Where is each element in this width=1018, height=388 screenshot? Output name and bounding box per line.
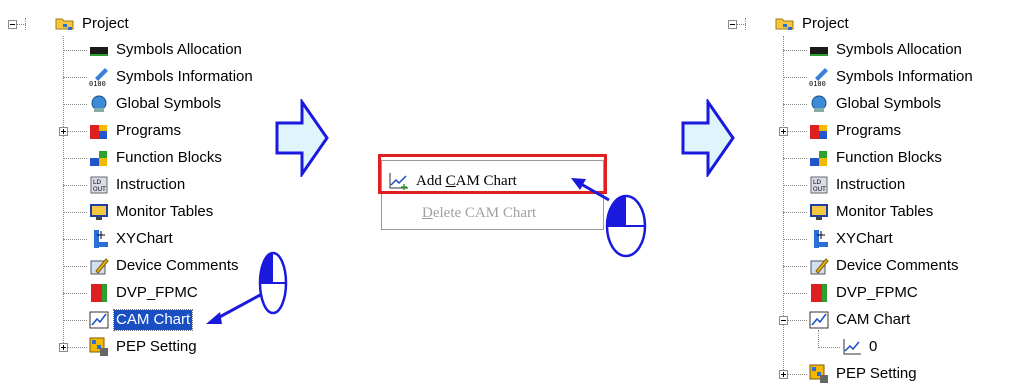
tree-item-pep-setting[interactable]: PEP Setting — [89, 334, 199, 360]
tree-item-pep-setting[interactable]: PEP Setting — [809, 361, 919, 387]
symbols-allocation-icon — [809, 40, 829, 60]
global-symbols-icon — [89, 94, 109, 114]
symbols-information-icon: 0100 — [809, 67, 829, 88]
instruction-icon: LD OUT — [89, 175, 109, 195]
tree-item-programs[interactable]: Programs — [809, 118, 903, 144]
function-blocks-icon — [89, 148, 109, 168]
tree-item-monitor-tables[interactable]: Monitor Tables — [89, 199, 215, 225]
tree-item-global-symbols[interactable]: Global Symbols — [809, 91, 943, 117]
tree-item-label: Function Blocks — [116, 149, 222, 166]
svg-text:0100: 0100 — [809, 80, 826, 87]
tree-item-monitor-tables[interactable]: Monitor Tables — [809, 199, 935, 225]
menu-item-label: Delete CAM Chart — [422, 204, 537, 221]
tree-item-label: Global Symbols — [116, 95, 222, 112]
tree-item-label: Symbols Information — [116, 68, 253, 85]
dvp-fpmc-icon — [89, 283, 109, 303]
expand-toggle[interactable] — [779, 370, 788, 379]
pointer-arrow-icon — [206, 292, 263, 324]
expand-toggle[interactable] — [59, 343, 68, 352]
tree-item-label: Monitor Tables — [116, 203, 214, 220]
tree-item-label: Project — [82, 15, 129, 32]
pep-setting-icon — [809, 364, 829, 384]
svg-text:LD: LD — [813, 179, 821, 186]
tree-item-cam-chart[interactable]: CAM Chart — [89, 307, 194, 333]
global-symbols-icon — [809, 94, 829, 114]
tree-item-label: DVP_FPMC — [836, 284, 918, 301]
tree-item-label: XYChart — [116, 230, 173, 247]
function-blocks-icon — [809, 148, 829, 168]
tree-root-project[interactable]: Project — [55, 11, 131, 37]
svg-text:0100: 0100 — [89, 80, 106, 87]
tree-item-label: Programs — [836, 122, 902, 139]
collapse-toggle[interactable] — [779, 316, 788, 325]
device-comments-icon — [89, 256, 109, 276]
tree-item-label: Global Symbols — [836, 95, 942, 112]
tree-item-symbols-information[interactable]: 0100 Symbols Information — [89, 64, 255, 90]
tree-item-label: Instruction — [116, 176, 186, 193]
symbols-information-icon: 0100 — [89, 67, 109, 88]
tree-root-project[interactable]: Project — [775, 11, 851, 37]
tree-item-function-blocks[interactable]: Function Blocks — [809, 145, 944, 171]
tree-item-label: 0 — [869, 338, 878, 355]
xychart-icon — [809, 229, 829, 249]
tree-item-symbols-allocation[interactable]: Symbols Allocation — [809, 37, 964, 63]
tree-item-label: CAM Chart — [112, 309, 194, 331]
tree-item-cam-chart[interactable]: CAM Chart — [809, 307, 912, 333]
expand-toggle[interactable] — [779, 127, 788, 136]
tree-item-label: PEP Setting — [116, 338, 197, 355]
tree-item-label: Symbols Allocation — [116, 41, 242, 58]
right-project-tree: Project Symbols Allocation 0100 Symbols … — [720, 0, 1018, 383]
svg-text:LD: LD — [93, 179, 101, 186]
expand-toggle[interactable] — [59, 127, 68, 136]
pointer-arrow-icon — [571, 178, 610, 202]
tree-item-xychart[interactable]: XYChart — [809, 226, 895, 252]
svg-text:OUT: OUT — [813, 186, 826, 193]
cam-chart-icon — [809, 310, 829, 330]
cam-table-icon — [842, 337, 862, 357]
tree-item-instruction[interactable]: LD OUT Instruction — [89, 172, 187, 198]
dvp-fpmc-icon — [809, 283, 829, 303]
tree-item-label: CAM Chart — [836, 311, 911, 328]
project-folder-icon — [775, 14, 795, 34]
tree-item-label: PEP Setting — [836, 365, 917, 382]
tree-item-device-comments[interactable]: Device Comments — [89, 253, 241, 279]
tree-item-symbols-information[interactable]: 0100 Symbols Information — [809, 64, 975, 90]
collapse-toggle[interactable] — [8, 20, 17, 29]
tree-item-label: Project — [802, 15, 849, 32]
tree-item-label: XYChart — [836, 230, 893, 247]
tree-item-device-comments[interactable]: Device Comments — [809, 253, 961, 279]
tree-item-label: Instruction — [836, 176, 906, 193]
tree-item-symbols-allocation[interactable]: Symbols Allocation — [89, 37, 244, 63]
tree-item-global-symbols[interactable]: Global Symbols — [89, 91, 223, 117]
tree-item-label: Symbols Information — [836, 68, 973, 85]
device-comments-icon — [809, 256, 829, 276]
programs-icon — [89, 121, 109, 141]
tree-item-label: Symbols Allocation — [836, 41, 962, 58]
pep-setting-icon — [89, 337, 109, 357]
monitor-tables-icon — [809, 202, 829, 222]
tree-item-label: Monitor Tables — [836, 203, 934, 220]
svg-text:OUT: OUT — [93, 186, 106, 193]
tree-item-label: Device Comments — [116, 257, 239, 274]
tree-item-label: Device Comments — [836, 257, 959, 274]
instruction-icon: LD OUT — [809, 175, 829, 195]
tree-item-label: Programs — [116, 122, 182, 139]
symbols-allocation-icon — [89, 40, 109, 60]
collapse-toggle[interactable] — [728, 20, 737, 29]
project-folder-icon — [55, 14, 75, 34]
tree-item-dvp-fpmc[interactable]: DVP_FPMC — [89, 280, 200, 306]
tree-item-xychart[interactable]: XYChart — [89, 226, 175, 252]
tree-item-programs[interactable]: Programs — [89, 118, 183, 144]
tree-item-function-blocks[interactable]: Function Blocks — [89, 145, 224, 171]
tree-item-dvp-fpmc[interactable]: DVP_FPMC — [809, 280, 920, 306]
programs-icon — [809, 121, 829, 141]
xychart-icon — [89, 229, 109, 249]
cam-chart-icon — [89, 310, 109, 330]
tree-item-instruction[interactable]: LD OUT Instruction — [809, 172, 907, 198]
tree-item-cam-chart-0[interactable]: 0 — [842, 334, 879, 360]
tree-item-label: Function Blocks — [836, 149, 942, 166]
tree-item-label: DVP_FPMC — [116, 284, 198, 301]
monitor-tables-icon — [89, 202, 109, 222]
arrow-right-icon — [275, 99, 329, 177]
